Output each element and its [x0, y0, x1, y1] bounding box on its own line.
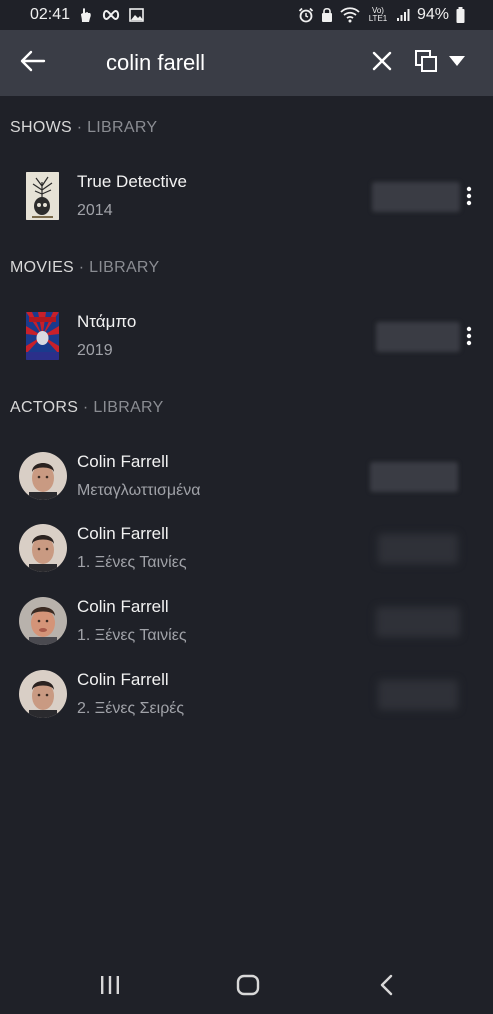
section-separator: ·	[74, 259, 90, 276]
list-item-actor[interactable]: Colin Farrell 1. Ξένες Ταινίες	[0, 587, 493, 659]
item-subtitle: 2019	[77, 342, 113, 359]
item-title: Colin Farrell	[77, 524, 169, 543]
clear-search-button[interactable]	[368, 48, 396, 78]
status-time: 02:41	[30, 6, 71, 23]
home-button[interactable]	[228, 972, 268, 1002]
wifi-icon	[340, 7, 360, 23]
section-header-actors: ACTORS · LIBRARY	[10, 398, 164, 418]
item-title: Colin Farrell	[77, 597, 169, 616]
item-title: Colin Farrell	[77, 670, 169, 689]
section-header-shows: SHOWS · LIBRARY	[10, 118, 157, 138]
section-title: MOVIES	[10, 259, 75, 276]
chevron-left-icon	[379, 974, 393, 1001]
item-subtitle: 2014	[77, 202, 113, 219]
copy-stack-icon	[414, 49, 438, 78]
recents-icon	[99, 975, 121, 1000]
list-item-actor[interactable]: Colin Farrell 2. Ξένες Σειρές	[0, 660, 493, 732]
item-subtitle: Μεταγλωττισμένα	[77, 482, 201, 499]
list-item-actor[interactable]: Colin Farrell 1. Ξένες Ταινίες	[0, 514, 493, 586]
notification-hand-icon	[79, 7, 93, 23]
close-icon	[372, 51, 392, 76]
redacted-badge	[372, 182, 460, 212]
item-subtitle: 2. Ξένες Σειρές	[77, 700, 185, 717]
search-input[interactable]: colin farell	[106, 48, 205, 78]
more-vertical-icon	[466, 186, 472, 211]
list-item-movie[interactable]: Ντάμπο 2019	[0, 302, 493, 374]
back-button[interactable]	[18, 48, 48, 78]
battery-icon	[456, 7, 465, 23]
section-header-movies: MOVIES · LIBRARY	[10, 258, 159, 278]
item-subtitle: 1. Ξένες Ταινίες	[77, 627, 187, 644]
item-title: Ντάμπο	[77, 312, 137, 331]
redacted-badge	[370, 462, 458, 492]
poster-true-detective	[26, 172, 59, 220]
search-toolbar: colin farell	[0, 30, 493, 96]
list-item-actor[interactable]: Colin Farrell Μεταγλωττισμένα	[0, 442, 493, 514]
redacted-badge	[376, 607, 460, 637]
home-icon	[236, 974, 260, 1001]
infinity-icon	[102, 10, 120, 20]
signal-icon	[396, 8, 410, 22]
section-subtitle: LIBRARY	[89, 259, 160, 276]
image-icon	[129, 8, 144, 22]
item-title: True Detective	[77, 172, 187, 191]
more-vertical-icon	[466, 326, 472, 351]
avatar	[19, 670, 67, 718]
network-label: Vo) LTE1	[368, 6, 388, 23]
arrow-left-icon	[20, 50, 46, 77]
item-subtitle: 1. Ξένες Ταινίες	[77, 554, 187, 571]
section-title: SHOWS	[10, 119, 72, 136]
section-subtitle: LIBRARY	[87, 119, 158, 136]
redacted-badge	[378, 680, 458, 710]
item-title: Colin Farrell	[77, 452, 169, 471]
avatar	[19, 452, 67, 500]
section-title: ACTORS	[10, 399, 79, 416]
poster-dumbo	[26, 312, 59, 360]
lock-sim-icon	[321, 7, 333, 23]
list-item-show[interactable]: True Detective 2014	[0, 162, 493, 234]
recent-apps-button[interactable]	[90, 972, 130, 1002]
redacted-badge	[376, 322, 460, 352]
caret-down-icon	[448, 54, 466, 72]
section-separator: ·	[71, 119, 88, 136]
avatar	[19, 524, 67, 572]
search-scope-dropdown[interactable]	[414, 46, 474, 80]
overflow-menu-button[interactable]	[461, 183, 477, 213]
alarm-icon	[298, 7, 314, 23]
redacted-badge	[378, 534, 458, 564]
system-navigation-bar	[0, 960, 493, 1014]
section-separator: ·	[78, 399, 94, 416]
back-nav-button[interactable]	[366, 972, 406, 1002]
overflow-menu-button[interactable]	[461, 323, 477, 353]
battery-percent: 94%	[416, 6, 449, 23]
status-bar: 02:41 Vo) LTE1 94%	[0, 0, 493, 30]
section-subtitle: LIBRARY	[93, 399, 164, 416]
avatar	[19, 597, 67, 645]
